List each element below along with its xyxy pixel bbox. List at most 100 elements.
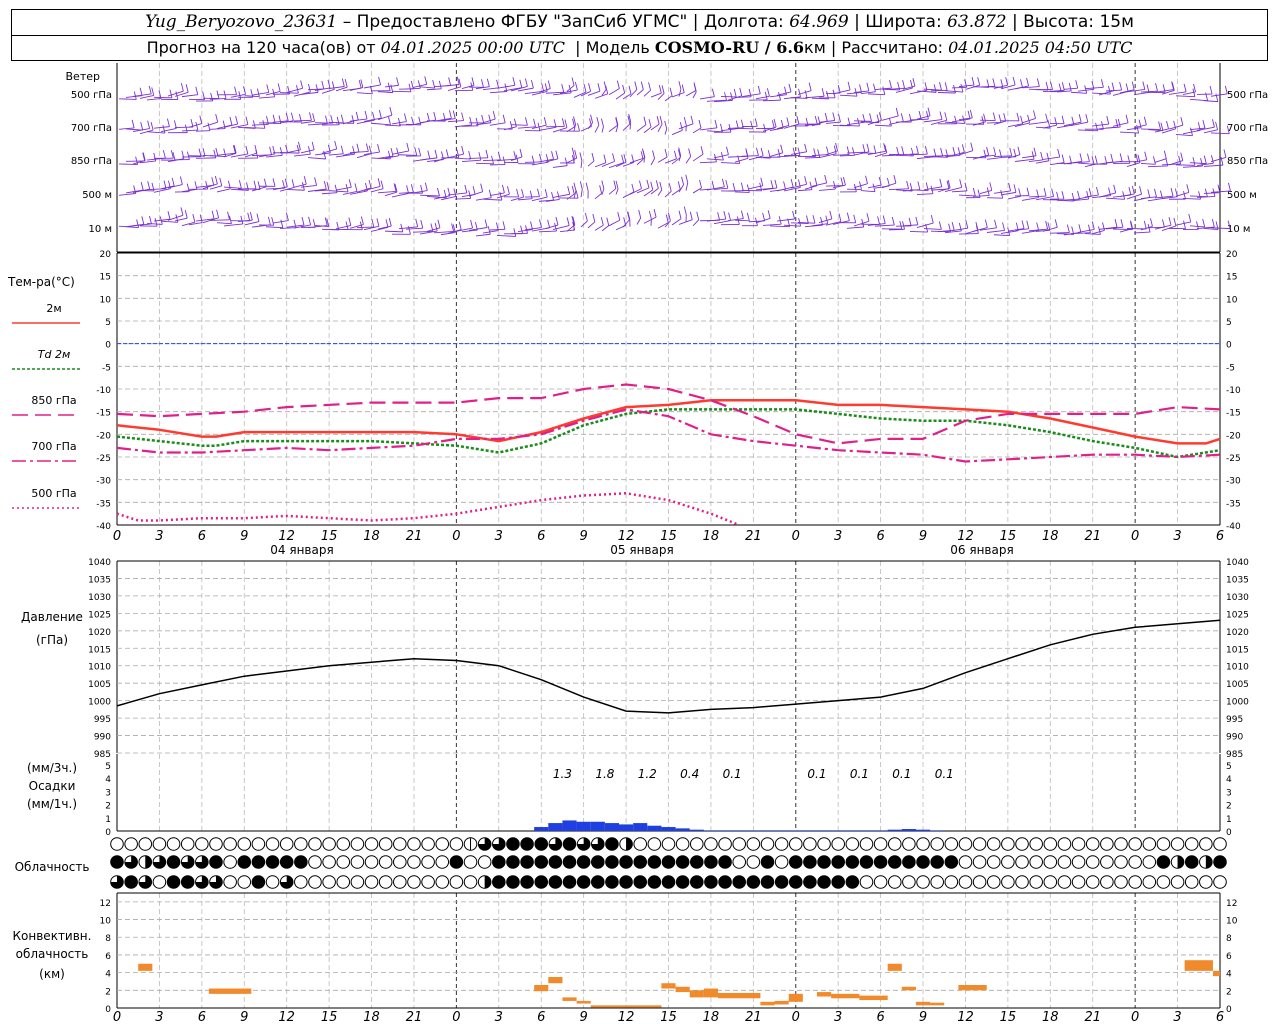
cloud-symbol bbox=[449, 875, 464, 889]
cloud-symbol bbox=[576, 855, 591, 869]
cloud-symbol bbox=[774, 855, 789, 869]
wind-barb-flag bbox=[1033, 147, 1037, 156]
cloud-circle bbox=[1057, 837, 1072, 851]
wind-barb-flag bbox=[653, 209, 657, 218]
wind-barb-shaft bbox=[265, 154, 283, 158]
wind-barb-flag bbox=[323, 181, 327, 190]
wind-barb-flag bbox=[213, 149, 217, 158]
wind-barb-flag bbox=[1173, 217, 1177, 227]
wind-barb-flag bbox=[485, 149, 489, 158]
cloud-circle bbox=[1085, 875, 1100, 889]
wind-barb-shaft bbox=[608, 88, 620, 96]
wind-barb-flag bbox=[642, 148, 645, 157]
cloud-circle bbox=[788, 837, 803, 851]
cloud-symbol bbox=[788, 855, 803, 869]
cloud-circle bbox=[534, 875, 549, 889]
pres-ytick-right: 1030 bbox=[1226, 593, 1249, 603]
cloud-circle bbox=[364, 837, 379, 851]
cloud-circle bbox=[972, 875, 987, 889]
wind-barb-shaft bbox=[888, 188, 909, 190]
cloud-circle bbox=[534, 837, 549, 851]
wind-barb-shaft bbox=[692, 91, 697, 99]
cloud-circle bbox=[294, 837, 308, 851]
wind-barb-shaft bbox=[594, 124, 600, 133]
wind-barb-flag bbox=[866, 213, 870, 222]
x-tick-label-bottom: 0 bbox=[452, 1010, 460, 1024]
cloud-circle bbox=[350, 875, 365, 889]
precip-ytick-left: 5 bbox=[105, 762, 111, 772]
wind-barb-flag bbox=[380, 180, 384, 189]
wind-barb-flag bbox=[603, 81, 607, 90]
cloud-symbol bbox=[548, 855, 563, 869]
wind-barb-flag bbox=[1026, 220, 1030, 229]
x-tick-label: 3 bbox=[495, 529, 503, 544]
wind-barb-flag bbox=[438, 80, 442, 89]
wind-barb-flag bbox=[410, 80, 414, 89]
wind-barb-flag bbox=[1204, 188, 1208, 197]
cloud-symbol bbox=[308, 855, 322, 869]
wind-barb-flag bbox=[253, 180, 257, 189]
wind-barb-flag bbox=[774, 179, 778, 189]
wind-barb-flag bbox=[396, 147, 400, 156]
precip-3h-label: 1.8 bbox=[595, 767, 614, 781]
wind-barb-flag bbox=[1075, 80, 1079, 89]
temp-ytick-left: 0 bbox=[105, 341, 111, 351]
conv-bar bbox=[534, 985, 549, 992]
wind-barb-flag bbox=[930, 214, 934, 224]
wind-barb-shaft bbox=[1203, 227, 1219, 230]
wind-barb-flag bbox=[745, 150, 749, 159]
wind-barb-flag bbox=[315, 84, 319, 93]
cloud-symbol bbox=[364, 855, 379, 869]
wind-barb-flag bbox=[234, 86, 237, 95]
x-tick-label: 15 bbox=[1000, 529, 1017, 544]
cloud-symbol bbox=[393, 837, 407, 851]
wind-barb-flag bbox=[640, 151, 644, 160]
conv-bar bbox=[1212, 970, 1220, 977]
wind-barb-flag bbox=[603, 154, 607, 163]
wind-barb-flag bbox=[470, 219, 474, 229]
cloud-symbol bbox=[492, 855, 506, 869]
wind-barb-flag bbox=[312, 219, 316, 228]
cloud-symbol bbox=[336, 837, 351, 851]
temp-legend-label: Td 2м bbox=[38, 348, 71, 361]
wind-barb-shaft bbox=[678, 89, 682, 97]
wind-barb-flag bbox=[312, 113, 316, 122]
cloud-circle bbox=[1114, 875, 1128, 889]
wind-barb-flag bbox=[571, 147, 575, 156]
wind-barb-shaft bbox=[734, 96, 752, 98]
cloud-symbol bbox=[647, 855, 662, 869]
precip-title: Осадки bbox=[29, 779, 76, 793]
wind-barb-flag bbox=[1079, 153, 1083, 162]
cloud-circle bbox=[1071, 875, 1086, 889]
cloud-symbol bbox=[110, 875, 124, 889]
cloud-circle bbox=[1001, 837, 1015, 851]
conv-bar bbox=[788, 993, 803, 1002]
wind-barb-flag bbox=[496, 79, 500, 88]
wind-barb-flag bbox=[659, 181, 663, 191]
wind-barb-flag bbox=[1026, 187, 1030, 196]
cloud-symbol bbox=[492, 875, 506, 889]
cloud-symbol bbox=[859, 855, 874, 869]
cloud-circle bbox=[1015, 875, 1029, 889]
wind-barb-shaft bbox=[230, 188, 249, 191]
cloud-circle bbox=[449, 837, 464, 851]
precip-ytick-right: 0 bbox=[1226, 828, 1232, 838]
wind-barb-flag bbox=[519, 148, 523, 158]
cloud-circle bbox=[336, 855, 351, 869]
cloud-symbol bbox=[463, 855, 478, 869]
wind-barb-flag bbox=[348, 179, 352, 188]
wind-barb-shaft bbox=[321, 89, 335, 94]
wind-barb-flag bbox=[216, 209, 220, 218]
pres-ytick-left: 995 bbox=[94, 715, 111, 725]
cloud-circle bbox=[916, 855, 930, 869]
wind-barb-shaft bbox=[1133, 91, 1150, 96]
wind-barb-shaft bbox=[580, 126, 592, 132]
wind-barb-flag bbox=[798, 88, 801, 97]
wind-barb-flag bbox=[296, 145, 300, 154]
cloud-circle bbox=[265, 875, 280, 889]
precip-ytick-right: 4 bbox=[1226, 775, 1232, 785]
wind-barb-shaft bbox=[552, 165, 568, 168]
wind-barb-flag bbox=[314, 177, 318, 186]
cloud-circle bbox=[675, 875, 690, 889]
wind-barb-flag bbox=[520, 225, 524, 234]
